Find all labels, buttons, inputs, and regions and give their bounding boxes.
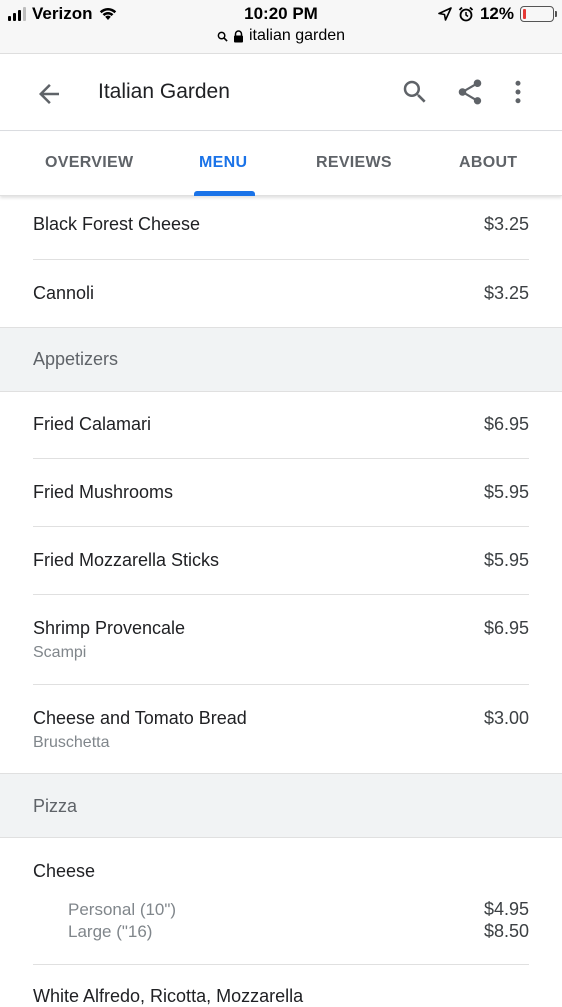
status-right: 12%: [438, 4, 557, 24]
menu-item-name[interactable]: Black Forest Cheese: [33, 214, 200, 235]
menu-item-subtitle: Scampi: [33, 644, 87, 661]
status-bar: Verizon 10:20 PM italian garden 12%: [0, 0, 562, 54]
page-title: Italian Garden: [98, 80, 230, 103]
tab-reviews[interactable]: REVIEWS: [316, 154, 392, 172]
menu-item-name[interactable]: Cannoli: [33, 283, 94, 304]
divider: [33, 458, 529, 459]
url-text: italian garden: [248, 27, 346, 44]
menu-item-price: $5.95: [483, 482, 529, 502]
battery-fill: [523, 9, 527, 19]
size-option-price: $4.95: [483, 899, 529, 919]
size-option-price: $8.50: [483, 921, 529, 941]
search-small-icon: [217, 31, 228, 42]
app-header: Italian Garden: [0, 55, 562, 131]
section-header-appetizers: Appetizers: [0, 327, 562, 392]
menu-item-name[interactable]: White Alfredo, Ricotta, Mozzarella: [33, 986, 303, 1007]
menu-item-price: $6.95: [483, 618, 529, 638]
url-bar[interactable]: italian garden: [0, 27, 562, 45]
tab-overview[interactable]: OVERVIEW: [45, 154, 133, 172]
more-vert-icon[interactable]: [503, 77, 533, 107]
divider: [33, 684, 529, 685]
battery-icon: [520, 6, 557, 22]
battery-percent: 12%: [479, 4, 514, 23]
section-header-pizza: Pizza: [0, 773, 562, 838]
lock-icon: [233, 29, 243, 42]
section-label: Pizza: [33, 796, 78, 816]
menu-item-price: $3.00: [483, 708, 529, 728]
menu-item-name[interactable]: Cheese: [33, 861, 95, 882]
divider: [33, 964, 529, 965]
tab-about[interactable]: ABOUT: [459, 154, 517, 172]
menu-item-name[interactable]: Fried Calamari: [33, 414, 151, 435]
divider: [33, 594, 529, 595]
menu-item-price: $5.95: [483, 550, 529, 570]
menu-item-name[interactable]: Fried Mozzarella Sticks: [33, 550, 219, 571]
menu-item-price: $3.25: [483, 283, 529, 303]
menu-item-name[interactable]: Fried Mushrooms: [33, 482, 173, 503]
search-icon[interactable]: [400, 77, 430, 107]
size-option-label: Large ("16): [68, 922, 153, 941]
menu-item-subtitle: Bruschetta: [33, 734, 110, 751]
share-icon[interactable]: [455, 77, 485, 107]
location-arrow-icon: [438, 7, 452, 21]
back-arrow-icon[interactable]: [34, 79, 64, 109]
menu-item-price: $6.95: [483, 414, 529, 434]
active-tab-indicator: [194, 191, 255, 196]
tab-menu[interactable]: MENU: [199, 154, 247, 172]
alarm-icon: [458, 6, 474, 22]
section-label: Appetizers: [33, 349, 119, 369]
menu-item-name[interactable]: Cheese and Tomato Bread: [33, 708, 247, 729]
divider: [33, 526, 529, 527]
divider: [33, 259, 529, 260]
size-option-label: Personal (10"): [68, 900, 177, 919]
tab-bar: OVERVIEW MENU REVIEWS ABOUT: [0, 132, 562, 196]
menu-item-price: $3.25: [483, 214, 529, 234]
menu-item-name[interactable]: Shrimp Provencale: [33, 618, 185, 639]
